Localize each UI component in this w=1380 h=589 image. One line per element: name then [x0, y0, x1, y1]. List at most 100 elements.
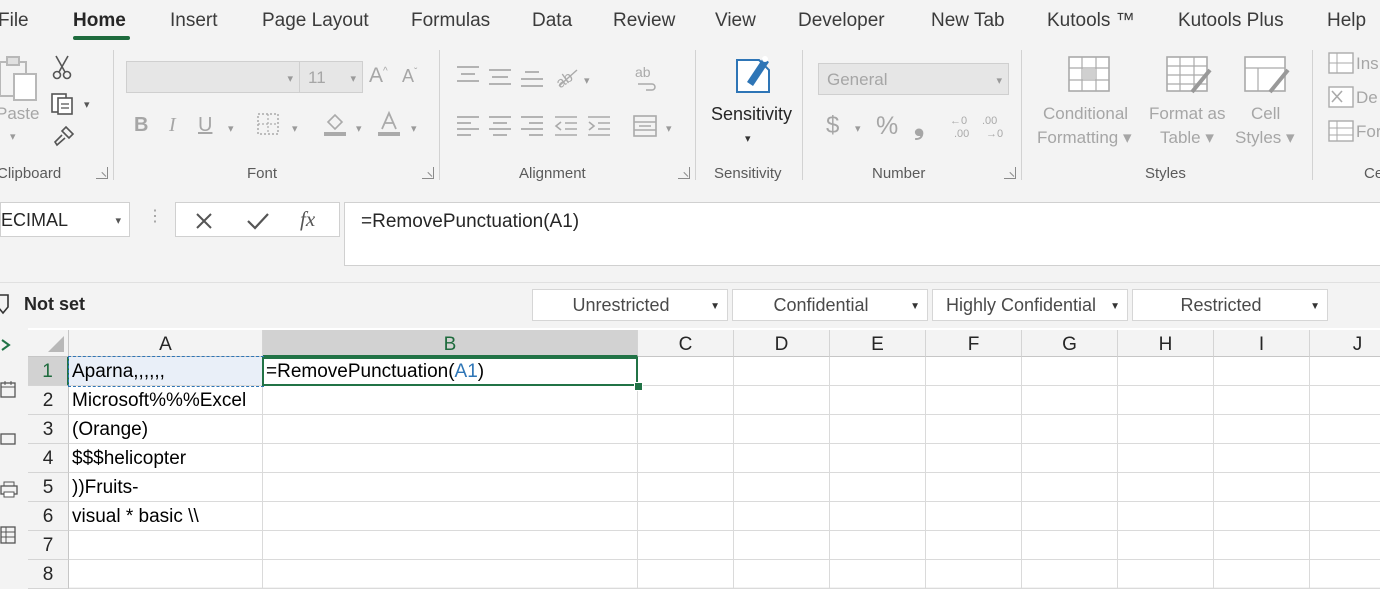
cut-icon[interactable] — [52, 54, 72, 85]
cell-a7[interactable] — [69, 531, 263, 560]
label-restricted-button[interactable]: Restricted ▼ — [1132, 289, 1328, 321]
cell-i4[interactable] — [1214, 444, 1310, 473]
cancel-icon[interactable] — [194, 211, 214, 236]
cell-g8[interactable] — [1022, 560, 1118, 589]
format-as-table-label-1[interactable]: Format as — [1149, 104, 1226, 124]
cell-g4[interactable] — [1022, 444, 1118, 473]
cell-f3[interactable] — [926, 415, 1022, 444]
tab-view[interactable]: View — [715, 10, 756, 32]
cell-j8[interactable] — [1310, 560, 1380, 589]
alignment-launcher-icon[interactable] — [678, 167, 690, 179]
column-header-b[interactable]: B — [263, 330, 638, 357]
column-header-h[interactable]: H — [1118, 330, 1214, 357]
cell-b7[interactable] — [263, 531, 638, 560]
tab-kutools-plus[interactable]: Kutools Plus — [1178, 10, 1284, 32]
cell-a4[interactable]: $$$helicopter — [69, 444, 263, 473]
cell-e3[interactable] — [830, 415, 926, 444]
clipboard-launcher-icon[interactable] — [96, 167, 108, 179]
grow-font-icon[interactable]: A^ — [369, 64, 388, 88]
cell-b2[interactable] — [263, 386, 638, 415]
tab-file[interactable]: File — [0, 10, 29, 32]
cell-g3[interactable] — [1022, 415, 1118, 444]
tab-help[interactable]: Help — [1327, 10, 1366, 32]
tab-page-layout[interactable]: Page Layout — [262, 10, 369, 32]
bold-icon[interactable]: B — [134, 114, 148, 137]
decrease-indent-icon[interactable] — [553, 114, 579, 141]
cell-d5[interactable] — [734, 473, 830, 502]
cell-i3[interactable] — [1214, 415, 1310, 444]
fill-handle[interactable] — [634, 382, 643, 391]
tab-insert[interactable]: Insert — [170, 10, 218, 32]
cell-j1[interactable] — [1310, 357, 1380, 386]
tab-data[interactable]: Data — [532, 10, 572, 32]
merge-center-icon[interactable] — [632, 114, 658, 143]
column-header-j[interactable]: J — [1310, 330, 1380, 357]
cell-d7[interactable] — [734, 531, 830, 560]
row-header-5[interactable]: 5 — [28, 473, 69, 502]
cell-c5[interactable] — [638, 473, 734, 502]
increase-indent-icon[interactable] — [586, 114, 612, 141]
cell-a6[interactable]: visual * basic \\ — [69, 502, 263, 531]
fill-color-icon[interactable] — [322, 110, 348, 143]
paste-icon[interactable] — [0, 54, 40, 109]
cell-j7[interactable] — [1310, 531, 1380, 560]
cell-styles-label-2[interactable]: Styles ▾ — [1235, 128, 1295, 148]
comma-style-icon[interactable]: ❟ — [914, 110, 924, 142]
cell-f7[interactable] — [926, 531, 1022, 560]
cell-e7[interactable] — [830, 531, 926, 560]
paste-label[interactable]: Paste — [0, 104, 39, 124]
format-painter-icon[interactable] — [52, 124, 76, 153]
column-header-c[interactable]: C — [638, 330, 734, 357]
insert-cells-icon[interactable] — [1328, 52, 1354, 79]
cell-e5[interactable] — [830, 473, 926, 502]
cell-f5[interactable] — [926, 473, 1022, 502]
enter-icon[interactable] — [246, 211, 270, 236]
conditional-formatting-label-1[interactable]: Conditional — [1043, 104, 1128, 124]
conditional-formatting-icon[interactable] — [1068, 56, 1112, 99]
column-header-d[interactable]: D — [734, 330, 830, 357]
table-icon[interactable] — [0, 526, 16, 549]
cell-e8[interactable] — [830, 560, 926, 589]
calendar-icon[interactable] — [0, 380, 16, 403]
row-header-3[interactable]: 3 — [28, 415, 69, 444]
row-header-7[interactable]: 7 — [28, 531, 69, 560]
align-center-icon[interactable] — [487, 114, 513, 141]
font-size-box[interactable]: 11 ▾ — [299, 61, 363, 93]
cell-h4[interactable] — [1118, 444, 1214, 473]
cell-styles-label-1[interactable]: Cell — [1251, 104, 1280, 124]
formula-bar-grip-icon[interactable]: ⋮ — [147, 206, 163, 226]
cell-e6[interactable] — [830, 502, 926, 531]
cell-h8[interactable] — [1118, 560, 1214, 589]
cell-e1[interactable] — [830, 357, 926, 386]
cell-i5[interactable] — [1214, 473, 1310, 502]
sensitivity-button[interactable]: Sensitivity — [711, 104, 792, 125]
cell-c6[interactable] — [638, 502, 734, 531]
cell-c7[interactable] — [638, 531, 734, 560]
cell-i2[interactable] — [1214, 386, 1310, 415]
currency-icon[interactable]: $ — [826, 112, 839, 140]
font-name-box[interactable]: ▾ — [126, 61, 300, 93]
label-highly-confidential-button[interactable]: Highly Confidential ▼ — [932, 289, 1128, 321]
column-header-f[interactable]: F — [926, 330, 1022, 357]
format-as-table-label-2[interactable]: Table ▾ — [1160, 128, 1214, 148]
label-confidential-button[interactable]: Confidential ▼ — [732, 289, 928, 321]
row-header-8[interactable]: 8 — [28, 560, 69, 589]
cell-h7[interactable] — [1118, 531, 1214, 560]
cell-d1[interactable] — [734, 357, 830, 386]
format-cells-label[interactable]: For — [1356, 122, 1380, 142]
cell-f2[interactable] — [926, 386, 1022, 415]
decrease-decimal-icon[interactable]: .00 →0 — [980, 112, 1008, 145]
align-left-icon[interactable] — [455, 114, 481, 141]
cell-f8[interactable] — [926, 560, 1022, 589]
borders-icon[interactable] — [256, 112, 280, 141]
align-right-icon[interactable] — [519, 114, 545, 141]
cell-b8[interactable] — [263, 560, 638, 589]
cell-j3[interactable] — [1310, 415, 1380, 444]
row-header-2[interactable]: 2 — [28, 386, 69, 415]
font-color-icon[interactable] — [376, 110, 402, 143]
cell-a3[interactable]: (Orange) — [69, 415, 263, 444]
cell-d8[interactable] — [734, 560, 830, 589]
top-align-icon[interactable] — [455, 64, 481, 91]
wrap-text-icon[interactable]: ab — [634, 64, 660, 97]
sensitivity-icon[interactable] — [733, 50, 777, 101]
